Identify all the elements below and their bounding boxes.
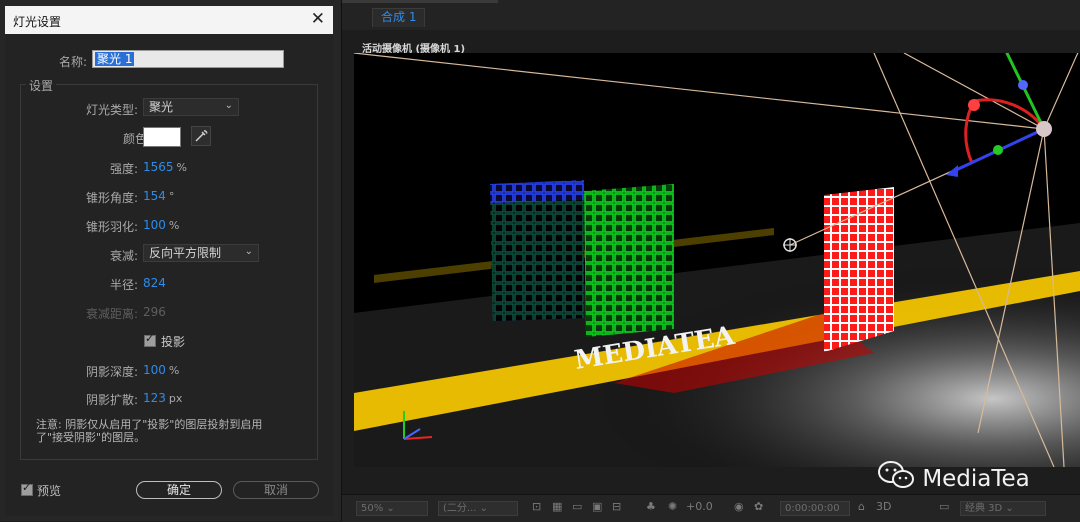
shadow-note: 注意: 阴影仅从启用了"投影"的图层投射到启用 了"接受阴影"的图层。 <box>36 418 296 444</box>
renderer-select[interactable]: 经典 3D ⌄ <box>960 501 1046 516</box>
timecode-value: 0:00:00:00 <box>785 503 840 514</box>
falloff-label: 衰减: <box>109 249 138 263</box>
wechat-icon <box>877 460 915 496</box>
light-type-row: 灯光类型: 聚光 ⌄ <box>0 98 328 118</box>
cone-angle-row: 锥形角度: 154 ° <box>0 186 328 206</box>
cone-angle-label: 锥形角度: <box>85 191 138 205</box>
falloff-row: 衰减: 反向平方限制 ⌄ <box>0 244 328 264</box>
resolution-value: (二分... <box>443 503 477 514</box>
composition-viewport[interactable]: MEDIATEA <box>354 53 1080 467</box>
chevron-down-icon: ⌄ <box>244 246 253 257</box>
intensity-value[interactable]: 1565 <box>143 160 174 174</box>
zoom-value: 50% <box>361 503 384 514</box>
composition-panel: 合成 1 活动摄像机 (摄像机 1) MEDIATEA MediaTea 50%… <box>342 0 1080 522</box>
intensity-label: 强度: <box>109 162 138 176</box>
shadow-darkness-unit: % <box>168 364 180 377</box>
cast-shadows-label: 投影 <box>161 335 186 349</box>
settings-label: 设置 <box>26 77 57 94</box>
name-label: 名称: <box>58 55 87 69</box>
panel-top-divider <box>342 0 498 3</box>
cancel-button[interactable]: 取消 <box>233 481 319 499</box>
shadow-diffusion-label: 阴影扩散: <box>85 393 138 407</box>
composition-tab-strip: 合成 1 <box>342 0 1080 30</box>
light-type-select[interactable]: 聚光 ⌄ <box>143 98 239 116</box>
channels-icon[interactable]: ♣ <box>646 500 656 513</box>
note-line-1: 注意: 阴影仅从启用了"投影"的图层投射到启用 <box>36 418 263 431</box>
renderer-prefix-icon: ⌂ <box>858 500 865 513</box>
viewer-bottom-bar: 50% ⌄ (二分... ⌄ ⊡ ▦ ▭ ▣ ⊟ ♣ ✺ +0.0 ◉ ✿ 0:… <box>342 494 1080 522</box>
snapshot-icon[interactable]: ◉ <box>734 500 744 513</box>
falloff-select[interactable]: 反向平方限制 ⌄ <box>143 244 259 262</box>
zoom-select[interactable]: 50% ⌄ <box>356 501 428 516</box>
name-value: 聚光 1 <box>95 52 135 66</box>
watermark: MediaTea <box>877 460 1030 496</box>
region-icon[interactable]: ⊡ <box>532 500 541 513</box>
watermark-text: MediaTea <box>922 466 1030 492</box>
exposure-value[interactable]: +0.0 <box>686 500 713 513</box>
dialog-title: 灯光设置 <box>13 15 62 29</box>
falloff-distance-label: 衰减距离: <box>85 307 138 321</box>
preview-label: 预览 <box>37 484 62 498</box>
name-input[interactable]: 聚光 1 <box>92 50 284 68</box>
intensity-unit: % <box>176 161 187 174</box>
shadow-darkness-row: 阴影深度: 100% <box>0 360 328 380</box>
dialog-titlebar[interactable]: 灯光设置 ✕ <box>5 6 333 34</box>
resolution-select[interactable]: (二分... ⌄ <box>438 501 518 516</box>
cone-angle-unit: ° <box>168 190 175 203</box>
view-icon[interactable]: ⊟ <box>612 500 621 513</box>
cone-feather-label: 锥形羽化: <box>85 220 138 234</box>
falloff-distance-row: 衰减距离: 296 <box>0 302 328 322</box>
eyedropper-icon[interactable] <box>191 126 211 146</box>
preview-checkbox[interactable] <box>21 481 33 496</box>
radius-label: 半径: <box>109 278 138 292</box>
close-icon[interactable]: ✕ <box>311 9 325 29</box>
timecode[interactable]: 0:00:00:00 <box>780 501 850 516</box>
scene-render: MEDIATEA <box>354 53 1080 467</box>
tab-composition-1[interactable]: 合成 1 <box>372 8 426 27</box>
exposure-icon[interactable]: ✺ <box>668 500 677 513</box>
cone-angle-value[interactable]: 154 <box>143 189 166 203</box>
falloff-value: 反向平方限制 <box>149 246 222 260</box>
shadow-darkness-value[interactable]: 100 <box>143 363 166 377</box>
color-swatch[interactable] <box>143 127 181 147</box>
shadow-darkness-label: 阴影深度: <box>85 365 138 379</box>
shadow-diffusion-row: 阴影扩散: 123 px <box>0 388 328 408</box>
renderer-prefix: 3D <box>876 500 892 513</box>
shadow-diffusion-unit: px <box>168 392 183 405</box>
transparency-icon[interactable]: ▦ <box>552 500 562 513</box>
falloff-distance-value: 296 <box>143 305 166 319</box>
radius-value[interactable]: 824 <box>143 276 166 290</box>
cone-feather-row: 锥形羽化: 100% <box>0 215 328 235</box>
renderer-value: 经典 3D <box>965 503 1003 514</box>
shadow-diffusion-value[interactable]: 123 <box>143 391 166 405</box>
mask-icon[interactable]: ▣ <box>592 500 602 513</box>
light-settings-dialog: 灯光设置 ✕ 名称: 聚光 1 设置 灯光类型: 聚光 ⌄ 颜色: 强度: 15… <box>0 0 342 521</box>
cast-shadows-checkbox[interactable] <box>144 332 156 347</box>
intensity-row: 强度: 1565% <box>0 157 328 177</box>
renderer-icon: ▭ <box>939 500 950 513</box>
cone-feather-unit: % <box>168 219 180 232</box>
light-type-value: 聚光 <box>149 100 174 114</box>
grid-icon[interactable]: ▭ <box>572 500 582 513</box>
note-line-2: 了"接受阴影"的图层。 <box>36 431 146 444</box>
light-type-label: 灯光类型: <box>85 103 138 117</box>
radius-row: 半径: 824 <box>0 273 328 293</box>
chevron-down-icon: ⌄ <box>224 100 233 111</box>
show-snapshot-icon[interactable]: ✿ <box>754 500 763 513</box>
ok-button[interactable]: 确定 <box>136 481 222 499</box>
cone-feather-value[interactable]: 100 <box>143 218 166 232</box>
